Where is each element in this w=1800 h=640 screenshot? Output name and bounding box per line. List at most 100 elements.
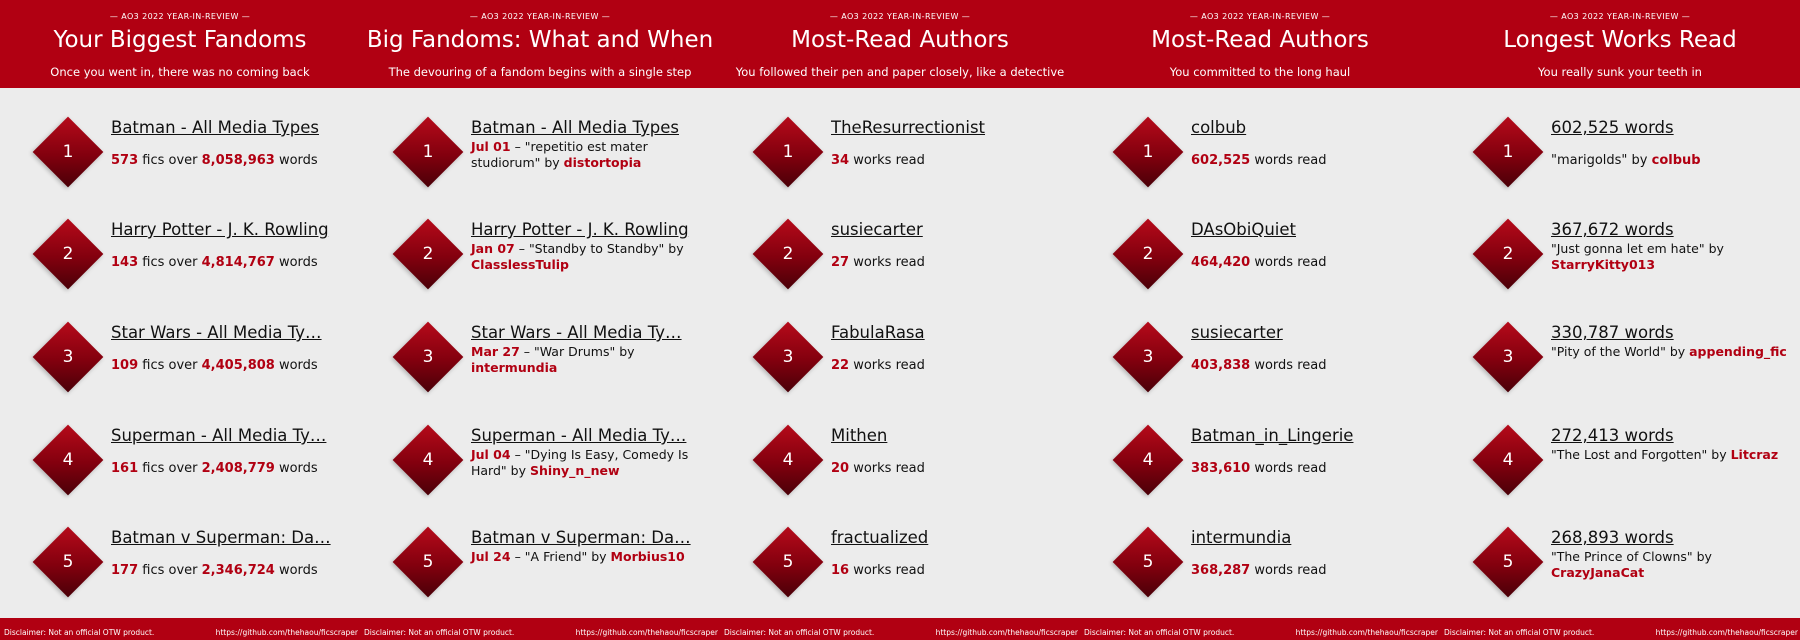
ranked-item: 1 Batman - All Media Types Jul 01 – "rep… [360,107,720,207]
work-title: "A Friend" [524,549,588,564]
fandom-link[interactable]: Harry Potter - J. K. Rowling [471,220,711,239]
github-link[interactable]: https://github.com/thehaou/ficscraper [216,628,358,637]
author-link[interactable]: TheResurrectionist [831,118,1071,137]
rank-diamond-icon: 2 [752,218,824,290]
card-most-read-authors-works: — AO3 2022 YEAR-IN-REVIEW — Most-Read Au… [720,0,1080,640]
card-footer: Disclaimer: Not an official OTW product.… [720,618,1080,640]
ranked-item: 3 Star Wars - All Media Ty… Mar 27 – "Wa… [360,312,720,412]
ranked-item: 5 Batman v Superman: Da… 177 fics over 2… [0,517,360,617]
fandom-link[interactable]: Batman - All Media Types [471,118,711,137]
fandom-link[interactable]: Star Wars - All Media Ty… [111,323,351,342]
first-work-info: Jan 07 – "Standby to Standby" by Classle… [471,241,684,272]
work-info: "Just gonna let em hate" by StarryKitty0… [1551,241,1724,272]
author-name: ClasslessTulip [471,257,569,272]
card-fandoms-what-when: — AO3 2022 YEAR-IN-REVIEW — Big Fandoms:… [360,0,720,640]
rank-diamond-icon: 2 [1472,218,1544,290]
work-length-link[interactable]: 268,893 words [1551,528,1791,547]
author-link[interactable]: colbub [1191,118,1431,137]
work-title: "Pity of the World" [1551,344,1666,359]
rank-number: 1 [782,142,794,162]
rank-diamond-icon: 4 [32,424,104,496]
card-title: Longest Works Read [1503,27,1737,53]
disclaimer-text: Disclaimer: Not an official OTW product. [1444,628,1595,637]
ranked-item: 4 Batman_in_Lingerie 383,610 words read [1080,415,1440,515]
github-link[interactable]: https://github.com/thehaou/ficscraper [1656,628,1798,637]
author-link[interactable]: susiecarter [1191,323,1431,342]
rank-number: 3 [62,347,74,367]
rank-diamond-icon: 2 [1112,218,1184,290]
ranked-item: 2 Harry Potter - J. K. Rowling Jan 07 – … [360,209,720,309]
rank-diamond-icon: 1 [1472,116,1544,188]
work-length-link[interactable]: 367,672 words [1551,220,1791,239]
rank-number: 2 [1502,244,1514,264]
rank-number: 3 [782,347,794,367]
fandom-link[interactable]: Harry Potter - J. K. Rowling [111,220,351,239]
fandom-stats: 143 fics over 4,814,767 words [111,255,318,270]
ranked-item: 4 Superman - All Media Ty… 161 fics over… [0,415,360,515]
rank-diamond-icon: 3 [1472,321,1544,393]
card-subtitle: The devouring of a fandom begins with a … [388,65,692,79]
author-stats: 403,838 words read [1191,358,1327,373]
ranked-item: 3 susiecarter 403,838 words read [1080,312,1440,412]
work-title: "The Lost and Forgotten" [1551,447,1708,462]
rank-number: 1 [422,142,434,162]
card-subtitle: Once you went in, there was no coming ba… [50,65,310,79]
ranked-item: 2 367,672 words "Just gonna let em hate"… [1440,209,1800,309]
rank-number: 4 [782,450,794,470]
card-eyebrow: — AO3 2022 YEAR-IN-REVIEW — [1549,12,1691,21]
card-subtitle: You committed to the long haul [1169,65,1351,79]
disclaimer-text: Disclaimer: Not an official OTW product. [724,628,875,637]
author-stats: 16 works read [831,563,925,578]
card-header: — AO3 2022 YEAR-IN-REVIEW — Most-Read Au… [720,0,1080,88]
card-footer: Disclaimer: Not an official OTW product.… [360,618,720,640]
fandom-link[interactable]: Batman v Superman: Da… [471,528,711,547]
work-length-link[interactable]: 602,525 words [1551,118,1791,137]
rank-diamond-icon: 4 [1112,424,1184,496]
ranked-item: 5 fractualized 16 works read [720,517,1080,617]
author-link[interactable]: intermundia [1191,528,1431,547]
github-link[interactable]: https://github.com/thehaou/ficscraper [1296,628,1438,637]
ranked-item: 4 Superman - All Media Ty… Jul 04 – "Dyi… [360,415,720,515]
fandom-link[interactable]: Batman - All Media Types [111,118,351,137]
fandom-stats: 177 fics over 2,346,724 words [111,563,318,578]
author-stats: 20 works read [831,461,925,476]
author-link[interactable]: Batman_in_Lingerie [1191,426,1431,445]
work-info: "The Prince of Clowns" by CrazyJanaCat [1551,549,1712,580]
fandom-link[interactable]: Batman v Superman: Da… [111,528,351,547]
card-footer: Disclaimer: Not an official OTW product.… [1080,618,1440,640]
rank-number: 5 [782,552,794,572]
card-eyebrow: — AO3 2022 YEAR-IN-REVIEW — [469,12,611,21]
work-title: "War Drums" [534,344,616,359]
first-read-date: Jul 24 [471,549,511,564]
card-header: — AO3 2022 YEAR-IN-REVIEW — Longest Work… [1440,0,1800,88]
rank-number: 4 [1142,450,1154,470]
first-read-date: Jan 07 [471,241,515,256]
author-link[interactable]: susiecarter [831,220,1071,239]
work-length-link[interactable]: 330,787 words [1551,323,1791,342]
author-name: Morbius10 [610,549,685,564]
first-work-info: Jul 01 – "repetitio est mater studiorum"… [471,139,648,170]
author-link[interactable]: DAsObiQuiet [1191,220,1431,239]
fandom-link[interactable]: Star Wars - All Media Ty… [471,323,711,342]
rank-number: 4 [62,450,74,470]
card-subtitle: You really sunk your teeth in [1538,65,1702,79]
ranked-item: 3 FabulaRasa 22 works read [720,312,1080,412]
rank-diamond-icon: 3 [392,321,464,393]
ranked-item: 1 602,525 words "marigolds" by colbub [1440,107,1800,207]
rank-diamond-icon: 4 [392,424,464,496]
fandom-link[interactable]: Superman - All Media Ty… [111,426,351,445]
author-stats: 464,420 words read [1191,255,1327,270]
author-link[interactable]: Mithen [831,426,1071,445]
github-link[interactable]: https://github.com/thehaou/ficscraper [576,628,718,637]
author-link[interactable]: fractualized [831,528,1071,547]
work-length-link[interactable]: 272,413 words [1551,426,1791,445]
rank-number: 2 [422,244,434,264]
author-link[interactable]: FabulaRasa [831,323,1071,342]
fandom-link[interactable]: Superman - All Media Ty… [471,426,711,445]
card-title: Most-Read Authors [791,27,1009,53]
github-link[interactable]: https://github.com/thehaou/ficscraper [936,628,1078,637]
rank-diamond-icon: 1 [392,116,464,188]
card-header: — AO3 2022 YEAR-IN-REVIEW — Big Fandoms:… [360,0,720,88]
rank-diamond-icon: 1 [32,116,104,188]
year-review-cards: — AO3 2022 YEAR-IN-REVIEW — Your Biggest… [0,0,1800,640]
